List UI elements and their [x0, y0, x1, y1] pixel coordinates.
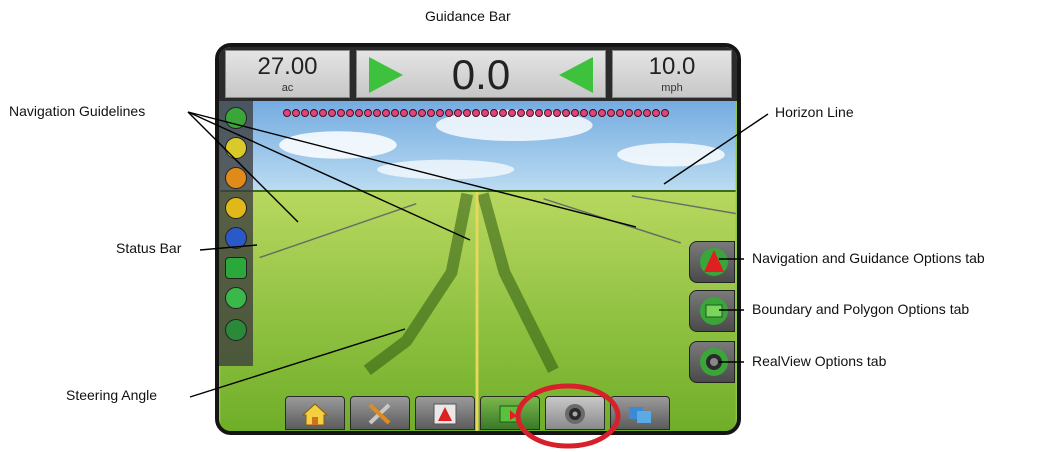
led-indicator — [301, 109, 309, 117]
led-indicator — [562, 109, 570, 117]
home-icon — [302, 403, 328, 426]
led-indicator — [436, 109, 444, 117]
tilt-status-icon[interactable] — [225, 197, 247, 219]
led-indicator — [598, 109, 606, 117]
led-indicator — [499, 109, 507, 117]
callout-navigation-guidelines: Navigation Guidelines — [9, 103, 146, 119]
led-indicator — [319, 109, 327, 117]
boundary-polygon-icon — [700, 297, 728, 325]
led-indicator — [526, 109, 534, 117]
field-camera-view — [220, 47, 736, 431]
guidance-bar: 27.00 ac 0.0 10.0 mph — [219, 47, 737, 101]
boundary-icon — [499, 405, 521, 423]
led-lightbar — [283, 109, 669, 117]
tools-button[interactable] — [350, 396, 410, 430]
led-indicator — [400, 109, 408, 117]
led-indicator — [346, 109, 354, 117]
realview-icon — [565, 404, 585, 424]
led-indicator — [589, 109, 597, 117]
speed-value: 10.0 — [648, 53, 696, 80]
callout-boundary-polygon-tab: Boundary and Polygon Options tab — [752, 301, 970, 317]
led-indicator — [283, 109, 291, 117]
led-indicator — [427, 109, 435, 117]
realview-options-tab[interactable] — [689, 341, 735, 383]
rate-status-icon[interactable] — [225, 287, 247, 309]
led-indicator — [454, 109, 462, 117]
led-indicator — [607, 109, 615, 117]
led-indicator — [445, 109, 453, 117]
led-indicator — [616, 109, 624, 117]
callout-steering-angle: Steering Angle — [66, 387, 158, 403]
tools-icon — [368, 403, 391, 425]
led-indicator — [634, 109, 642, 117]
data-icon — [629, 407, 651, 423]
bottom-menu-bar — [285, 396, 675, 431]
realview-button[interactable] — [545, 396, 605, 430]
area-value: 27.00 — [257, 53, 318, 80]
boom-status-icon[interactable] — [225, 167, 247, 189]
led-indicator — [391, 109, 399, 117]
cross-track-panel[interactable]: 0.0 — [356, 50, 606, 98]
satellite-status-icon[interactable] — [225, 227, 247, 249]
led-indicator — [652, 109, 660, 117]
led-indicator — [535, 109, 543, 117]
led-indicator — [472, 109, 480, 117]
home-button[interactable] — [285, 396, 345, 430]
led-indicator — [508, 109, 516, 117]
speed-panel[interactable]: 10.0 mph — [612, 50, 732, 98]
led-indicator — [463, 109, 471, 117]
callout-navigation-guidance-tab: Navigation and Guidance Options tab — [752, 250, 985, 266]
led-indicator — [481, 109, 489, 117]
led-indicator — [544, 109, 552, 117]
speed-unit: mph — [661, 82, 683, 94]
led-indicator — [553, 109, 561, 117]
led-indicator — [643, 109, 651, 117]
led-indicator — [292, 109, 300, 117]
led-indicator — [661, 109, 669, 117]
navigation-guidance-icon — [700, 248, 728, 276]
realview-camera-icon — [700, 348, 728, 376]
boundary-polygon-options-tab[interactable] — [689, 290, 735, 332]
steer-left-arrow-icon — [559, 57, 593, 93]
status-bar[interactable] — [219, 101, 253, 366]
callout-realview-tab: RealView Options tab — [752, 353, 887, 369]
boundary-button[interactable] — [480, 396, 540, 430]
led-indicator — [382, 109, 390, 117]
led-indicator — [580, 109, 588, 117]
callout-status-bar: Status Bar — [116, 240, 182, 256]
machine-status-icon[interactable] — [225, 319, 247, 341]
led-indicator — [328, 109, 336, 117]
device-screen: 27.00 ac 0.0 10.0 mph — [215, 43, 741, 435]
led-indicator — [355, 109, 363, 117]
navigation-guidance-options-tab[interactable] — [689, 241, 735, 283]
led-indicator — [418, 109, 426, 117]
navigation-icon — [433, 403, 457, 425]
navigation-button[interactable] — [415, 396, 475, 430]
led-indicator — [625, 109, 633, 117]
led-indicator — [364, 109, 372, 117]
led-indicator — [409, 109, 417, 117]
led-indicator — [571, 109, 579, 117]
callout-guidance-bar: Guidance Bar — [425, 8, 511, 24]
led-indicator — [373, 109, 381, 117]
gnss-status-icon[interactable] — [225, 107, 247, 129]
height-status-icon[interactable] — [225, 257, 247, 279]
data-button[interactable] — [610, 396, 670, 430]
callout-horizon-line: Horizon Line — [775, 104, 854, 120]
led-indicator — [517, 109, 525, 117]
led-indicator — [337, 109, 345, 117]
led-indicator — [490, 109, 498, 117]
steering-status-icon[interactable] — [225, 137, 247, 159]
area-panel[interactable]: 27.00 ac — [225, 50, 350, 98]
led-indicator — [310, 109, 318, 117]
area-unit: ac — [281, 82, 294, 94]
